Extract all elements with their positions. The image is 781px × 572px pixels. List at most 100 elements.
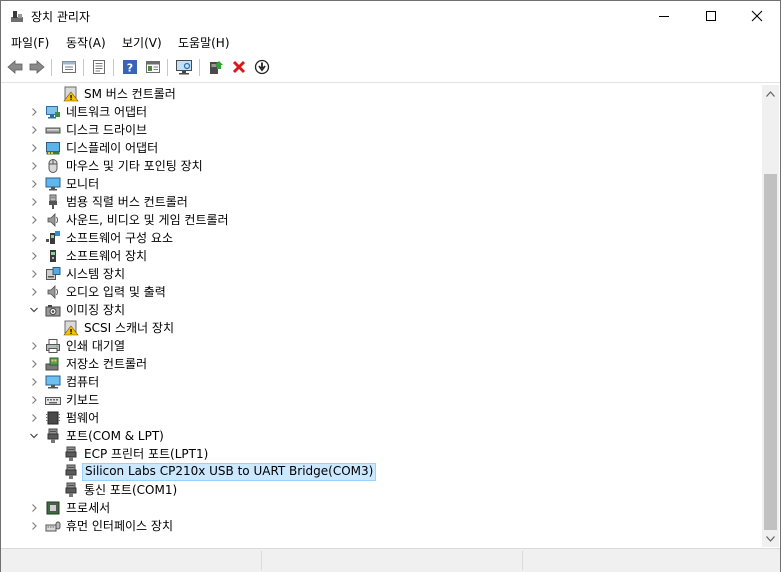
chevron-right-icon[interactable] bbox=[28, 286, 40, 298]
device-category-row[interactable]: 휴먼 인터페이스 장치 bbox=[3, 517, 761, 535]
selected-device-label[interactable]: Silicon Labs CP210x USB to UART Bridge(C… bbox=[82, 463, 377, 481]
tree-item-label[interactable]: 키보드 bbox=[64, 392, 101, 408]
back-arrow-icon bbox=[7, 60, 23, 74]
device-category-row[interactable]: 소프트웨어 구성 요소 bbox=[3, 229, 761, 247]
menu-view[interactable]: 보기(V) bbox=[122, 34, 162, 51]
toolbar: ? bbox=[1, 54, 780, 83]
chevron-right-icon[interactable] bbox=[28, 520, 40, 532]
device-category-row[interactable]: 포트(COM & LPT) bbox=[3, 427, 761, 445]
tree-item-label[interactable]: 저장소 컨트롤러 bbox=[64, 356, 149, 372]
device-category-row[interactable]: 네트워크 어댑터 bbox=[3, 103, 761, 121]
device-category-row[interactable]: 디스플레이 어댑터 bbox=[3, 139, 761, 157]
device-category-row[interactable]: 디스크 드라이브 bbox=[3, 121, 761, 139]
tree-item-label[interactable]: SCSI 스캐너 장치 bbox=[82, 320, 176, 336]
tree-item-label[interactable]: 마우스 및 기타 포인팅 장치 bbox=[64, 158, 205, 174]
tree-item-label[interactable]: 모니터 bbox=[64, 176, 101, 192]
device-category-row[interactable]: 이미징 장치 bbox=[3, 301, 761, 319]
tree-item-label[interactable]: 오디오 입력 및 출력 bbox=[64, 284, 168, 300]
scroll-thumb[interactable] bbox=[764, 174, 777, 530]
device-category-row[interactable]: 인쇄 대기열 bbox=[3, 337, 761, 355]
display-adapter-icon bbox=[45, 140, 61, 156]
device-category-row[interactable]: 모니터 bbox=[3, 175, 761, 193]
device-category-row[interactable]: 컴퓨터 bbox=[3, 373, 761, 391]
tree-item-label[interactable]: 소프트웨어 장치 bbox=[64, 248, 149, 264]
tree-item-label[interactable]: 시스템 장치 bbox=[64, 266, 127, 282]
forward-button[interactable] bbox=[27, 57, 47, 77]
chevron-right-icon[interactable] bbox=[28, 502, 40, 514]
tree-item-label[interactable]: 사운드, 비디오 및 게임 컨트롤러 bbox=[64, 212, 231, 228]
device-row[interactable]: SCSI 스캐너 장치 bbox=[3, 319, 761, 337]
menu-bar: 파일(F) 동작(A) 보기(V) 도움말(H) bbox=[1, 31, 780, 53]
tree-item-label[interactable]: ECP 프린터 포트(LPT1) bbox=[82, 446, 210, 462]
tree-item-label[interactable]: 디스크 드라이브 bbox=[64, 122, 149, 138]
minimize-button[interactable] bbox=[641, 1, 687, 31]
chevron-right-icon[interactable] bbox=[28, 106, 40, 118]
chevron-down-icon[interactable] bbox=[28, 304, 40, 316]
tree-item-label[interactable]: 네트워크 어댑터 bbox=[64, 104, 149, 120]
tree-item-label[interactable]: 통신 포트(COM1) bbox=[82, 482, 179, 498]
device-row[interactable]: 통신 포트(COM1) bbox=[3, 481, 761, 499]
device-category-row[interactable]: 소프트웨어 장치 bbox=[3, 247, 761, 265]
tree-item-label[interactable]: 컴퓨터 bbox=[64, 374, 101, 390]
view-button[interactable] bbox=[143, 57, 163, 77]
disable-device-button[interactable] bbox=[252, 57, 272, 77]
scroll-up-button[interactable] bbox=[762, 85, 779, 102]
chevron-right-icon[interactable] bbox=[28, 268, 40, 280]
chevron-right-icon[interactable] bbox=[28, 232, 40, 244]
chevron-right-icon[interactable] bbox=[28, 142, 40, 154]
menu-file[interactable]: 파일(F) bbox=[11, 34, 49, 51]
keyboard-icon bbox=[45, 392, 61, 408]
chevron-right-icon[interactable] bbox=[28, 160, 40, 172]
back-button[interactable] bbox=[5, 57, 25, 77]
device-category-row[interactable]: 저장소 컨트롤러 bbox=[3, 355, 761, 373]
tree-item-label[interactable]: 디스플레이 어댑터 bbox=[64, 140, 160, 156]
tree-item-label[interactable]: 인쇄 대기열 bbox=[64, 338, 127, 354]
device-row[interactable]: Silicon Labs CP210x USB to UART Bridge(C… bbox=[3, 463, 761, 481]
menu-action[interactable]: 동작(A) bbox=[66, 34, 106, 51]
chevron-down-icon[interactable] bbox=[28, 430, 40, 442]
device-row[interactable]: SM 버스 컨트롤러 bbox=[3, 85, 761, 103]
tree-item-label[interactable]: 포트(COM & LPT) bbox=[64, 428, 166, 444]
system-device-icon bbox=[45, 266, 61, 282]
device-category-row[interactable]: 키보드 bbox=[3, 391, 761, 409]
device-category-row[interactable]: 펌웨어 bbox=[3, 409, 761, 427]
device-category-row[interactable]: 프로세서 bbox=[3, 499, 761, 517]
device-category-row[interactable]: 사운드, 비디오 및 게임 컨트롤러 bbox=[3, 211, 761, 229]
device-tree[interactable]: SM 버스 컨트롤러네트워크 어댑터디스크 드라이브디스플레이 어댑터마우스 및… bbox=[3, 85, 761, 545]
tree-item-label[interactable]: 이미징 장치 bbox=[64, 302, 127, 318]
uninstall-button[interactable] bbox=[229, 57, 249, 77]
device-category-row[interactable]: 시스템 장치 bbox=[3, 265, 761, 283]
properties-button[interactable] bbox=[59, 57, 79, 77]
scan-hardware-button[interactable] bbox=[174, 57, 194, 77]
chevron-right-icon[interactable] bbox=[28, 196, 40, 208]
chevron-right-icon[interactable] bbox=[28, 214, 40, 226]
chevron-right-icon[interactable] bbox=[28, 394, 40, 406]
maximize-button[interactable] bbox=[688, 1, 734, 31]
close-button[interactable] bbox=[734, 1, 780, 31]
tree-item-label[interactable]: 범용 직렬 버스 컨트롤러 bbox=[64, 194, 190, 210]
chevron-right-icon[interactable] bbox=[28, 412, 40, 424]
chevron-right-icon[interactable] bbox=[28, 250, 40, 262]
device-row[interactable]: ECP 프린터 포트(LPT1) bbox=[3, 445, 761, 463]
update-driver-button[interactable] bbox=[206, 57, 226, 77]
device-category-row[interactable]: 마우스 및 기타 포인팅 장치 bbox=[3, 157, 761, 175]
chevron-right-icon[interactable] bbox=[28, 178, 40, 190]
tree-item-label[interactable]: SM 버스 컨트롤러 bbox=[82, 86, 178, 102]
chevron-right-icon[interactable] bbox=[28, 340, 40, 352]
properties-icon bbox=[62, 61, 76, 73]
chevron-right-icon[interactable] bbox=[28, 376, 40, 388]
chevron-right-icon[interactable] bbox=[28, 358, 40, 370]
tree-item-label[interactable]: 프로세서 bbox=[64, 500, 112, 516]
details-button[interactable] bbox=[89, 57, 109, 77]
device-category-row[interactable]: 범용 직렬 버스 컨트롤러 bbox=[3, 193, 761, 211]
help-button[interactable]: ? bbox=[120, 57, 140, 77]
menu-help[interactable]: 도움말(H) bbox=[178, 34, 230, 51]
tree-item-label[interactable]: 소프트웨어 구성 요소 bbox=[64, 230, 175, 246]
chevron-right-icon[interactable] bbox=[28, 124, 40, 136]
device-category-row[interactable]: 오디오 입력 및 출력 bbox=[3, 283, 761, 301]
computer-icon bbox=[45, 374, 61, 390]
scroll-down-button[interactable] bbox=[762, 530, 779, 547]
vertical-scrollbar[interactable] bbox=[762, 85, 779, 547]
tree-item-label[interactable]: 휴먼 인터페이스 장치 bbox=[64, 518, 175, 534]
tree-item-label[interactable]: 펌웨어 bbox=[64, 410, 101, 426]
